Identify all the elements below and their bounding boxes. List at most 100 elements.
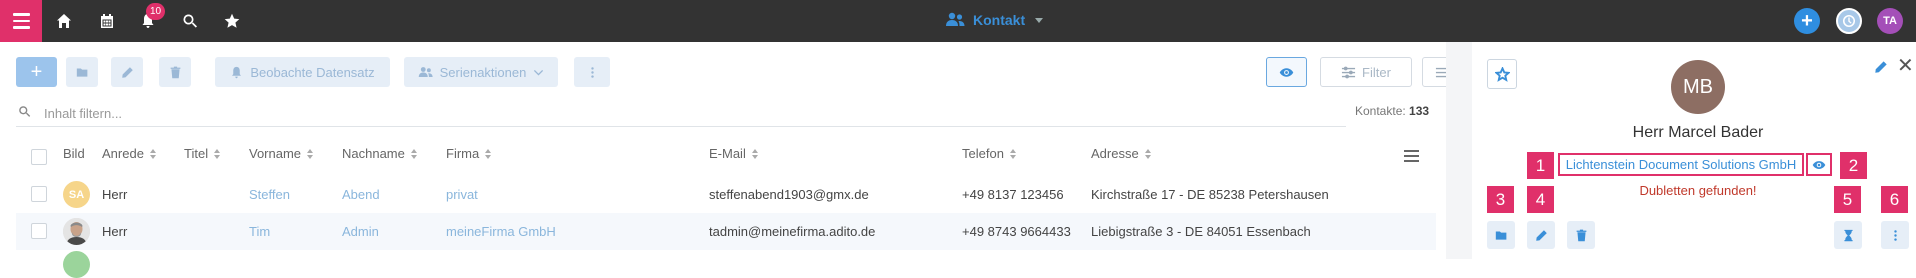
- user-avatar[interactable]: TA: [1877, 8, 1903, 34]
- cell-email: steffenabend1903@gmx.de: [709, 187, 869, 202]
- sort-icon: [410, 148, 417, 159]
- row-checkbox[interactable]: [31, 223, 47, 239]
- eye-icon: [1812, 160, 1826, 169]
- search-icon[interactable]: [180, 11, 200, 31]
- marker-1: 1: [1527, 152, 1554, 179]
- star-outline-icon: [1494, 66, 1510, 82]
- cell-lastname[interactable]: Admin: [342, 224, 379, 239]
- marker-2: 2: [1840, 152, 1867, 179]
- table-row[interactable]: SA Herr Steffen Abend privat steffenaben…: [16, 176, 1436, 213]
- cell-company[interactable]: privat: [446, 187, 478, 202]
- trash-icon: [1576, 229, 1586, 241]
- record-count-value: 133: [1409, 104, 1430, 118]
- cell-firstname[interactable]: Tim: [249, 224, 270, 239]
- delete-button[interactable]: [1567, 221, 1595, 249]
- contact-name: Herr Marcel Bader: [1632, 124, 1764, 141]
- add-record-button[interactable]: +: [16, 57, 57, 87]
- top-bar: 10 Kontakt + TA: [0, 0, 1916, 42]
- column-header-lastname[interactable]: Nachname: [342, 146, 417, 161]
- history-button[interactable]: [1836, 8, 1862, 34]
- favorite-button[interactable]: [1487, 59, 1517, 89]
- marker-3: 3: [1487, 186, 1514, 213]
- hourglass-icon: [1843, 229, 1853, 241]
- company-preview-button[interactable]: [1806, 153, 1832, 176]
- sort-icon: [1144, 148, 1151, 159]
- filter-sliders-icon: [1341, 66, 1356, 78]
- sort-icon: [751, 148, 758, 159]
- open-folder-button[interactable]: [1487, 221, 1515, 249]
- marker-6: 6: [1881, 186, 1908, 213]
- bell-icon: [232, 66, 242, 78]
- avatar: [63, 251, 90, 278]
- edit-button[interactable]: [1527, 221, 1555, 249]
- serial-actions-button[interactable]: Serienaktionen: [404, 57, 558, 87]
- cell-phone: +49 8137 123456: [962, 187, 1064, 202]
- column-header-title[interactable]: Titel: [184, 146, 221, 161]
- column-header-firstname[interactable]: Vorname: [249, 146, 314, 161]
- select-all-checkbox[interactable]: [31, 149, 47, 165]
- users-icon: [418, 66, 433, 77]
- row-checkbox[interactable]: [31, 186, 47, 202]
- edit-contact-button[interactable]: [1874, 60, 1888, 74]
- watch-record-button[interactable]: Beobachte Datensatz: [215, 57, 390, 87]
- record-count: Kontakte: 133: [1355, 104, 1430, 118]
- folder-icon: [1495, 230, 1506, 240]
- cell-lastname[interactable]: Abend: [342, 187, 380, 202]
- contacts-icon: [946, 12, 965, 26]
- serial-actions-label: Serienaktionen: [439, 64, 527, 80]
- more-actions-button[interactable]: [1881, 221, 1909, 249]
- more-actions-button[interactable]: [574, 57, 610, 87]
- delete-button[interactable]: [159, 57, 191, 87]
- chevron-down-icon: [534, 69, 544, 76]
- edit-button[interactable]: [111, 57, 143, 87]
- hamburger-menu-button[interactable]: [0, 0, 42, 42]
- sort-icon: [307, 148, 314, 159]
- table-header: Bild Anrede Titel Vorname Nachname Firma…: [16, 146, 1436, 168]
- cell-company[interactable]: meineFirma GmbH: [446, 224, 556, 239]
- pencil-icon: [121, 66, 133, 78]
- cell-firstname[interactable]: Steffen: [249, 187, 290, 202]
- column-header-image: Bild: [63, 146, 85, 161]
- trash-icon: [170, 66, 180, 78]
- column-header-salutation[interactable]: Anrede: [102, 146, 156, 161]
- filter-label: Filter: [1362, 64, 1391, 80]
- eye-icon: [1279, 67, 1294, 77]
- context-switcher[interactable]: Kontakt: [945, 12, 1044, 28]
- avatar: SA: [63, 181, 90, 208]
- column-header-email[interactable]: E-Mail: [709, 146, 758, 161]
- marker-4: 4: [1527, 186, 1554, 213]
- table-row[interactable]: Herr Tim Admin meineFirma GmbH tadmin@me…: [16, 213, 1436, 250]
- sort-icon: [1009, 148, 1016, 159]
- calendar-icon[interactable]: [97, 11, 117, 31]
- column-header-phone[interactable]: Telefon: [962, 146, 1016, 161]
- pencil-icon: [1875, 61, 1887, 73]
- search-input[interactable]: [44, 101, 1344, 125]
- home-icon[interactable]: [54, 11, 74, 31]
- kebab-menu-icon: [1893, 229, 1897, 241]
- person-photo-icon: [63, 218, 90, 245]
- close-panel-button[interactable]: ✕: [1897, 56, 1914, 76]
- cell-email: tadmin@meinefirma.adito.de: [709, 224, 876, 239]
- filter-search: [16, 101, 1346, 127]
- column-header-company[interactable]: Firma: [446, 146, 492, 161]
- favorites-star-icon[interactable]: [222, 11, 242, 31]
- open-folder-button[interactable]: [66, 57, 98, 87]
- global-add-button[interactable]: +: [1794, 8, 1820, 34]
- cell-salutation: Herr: [102, 187, 128, 202]
- panel-splitter[interactable]: [1446, 42, 1472, 259]
- column-settings-icon[interactable]: [1404, 150, 1419, 162]
- folder-icon: [76, 67, 87, 77]
- timer-button[interactable]: [1834, 221, 1862, 249]
- history-icon: [1842, 14, 1856, 28]
- cell-phone: +49 8743 9664433: [962, 224, 1071, 239]
- company-link[interactable]: Lichtenstein Document Solutions GmbH: [1558, 153, 1804, 176]
- column-header-address[interactable]: Adresse: [1091, 146, 1151, 161]
- kebab-menu-icon: [590, 66, 594, 78]
- filter-button[interactable]: Filter: [1320, 57, 1412, 87]
- preview-toggle-button[interactable]: [1266, 57, 1307, 87]
- chevron-down-icon: [1035, 17, 1044, 23]
- sort-icon: [485, 148, 492, 159]
- cell-salutation: Herr: [102, 224, 128, 239]
- sort-icon: [149, 148, 156, 159]
- contact-avatar: MB: [1671, 60, 1725, 114]
